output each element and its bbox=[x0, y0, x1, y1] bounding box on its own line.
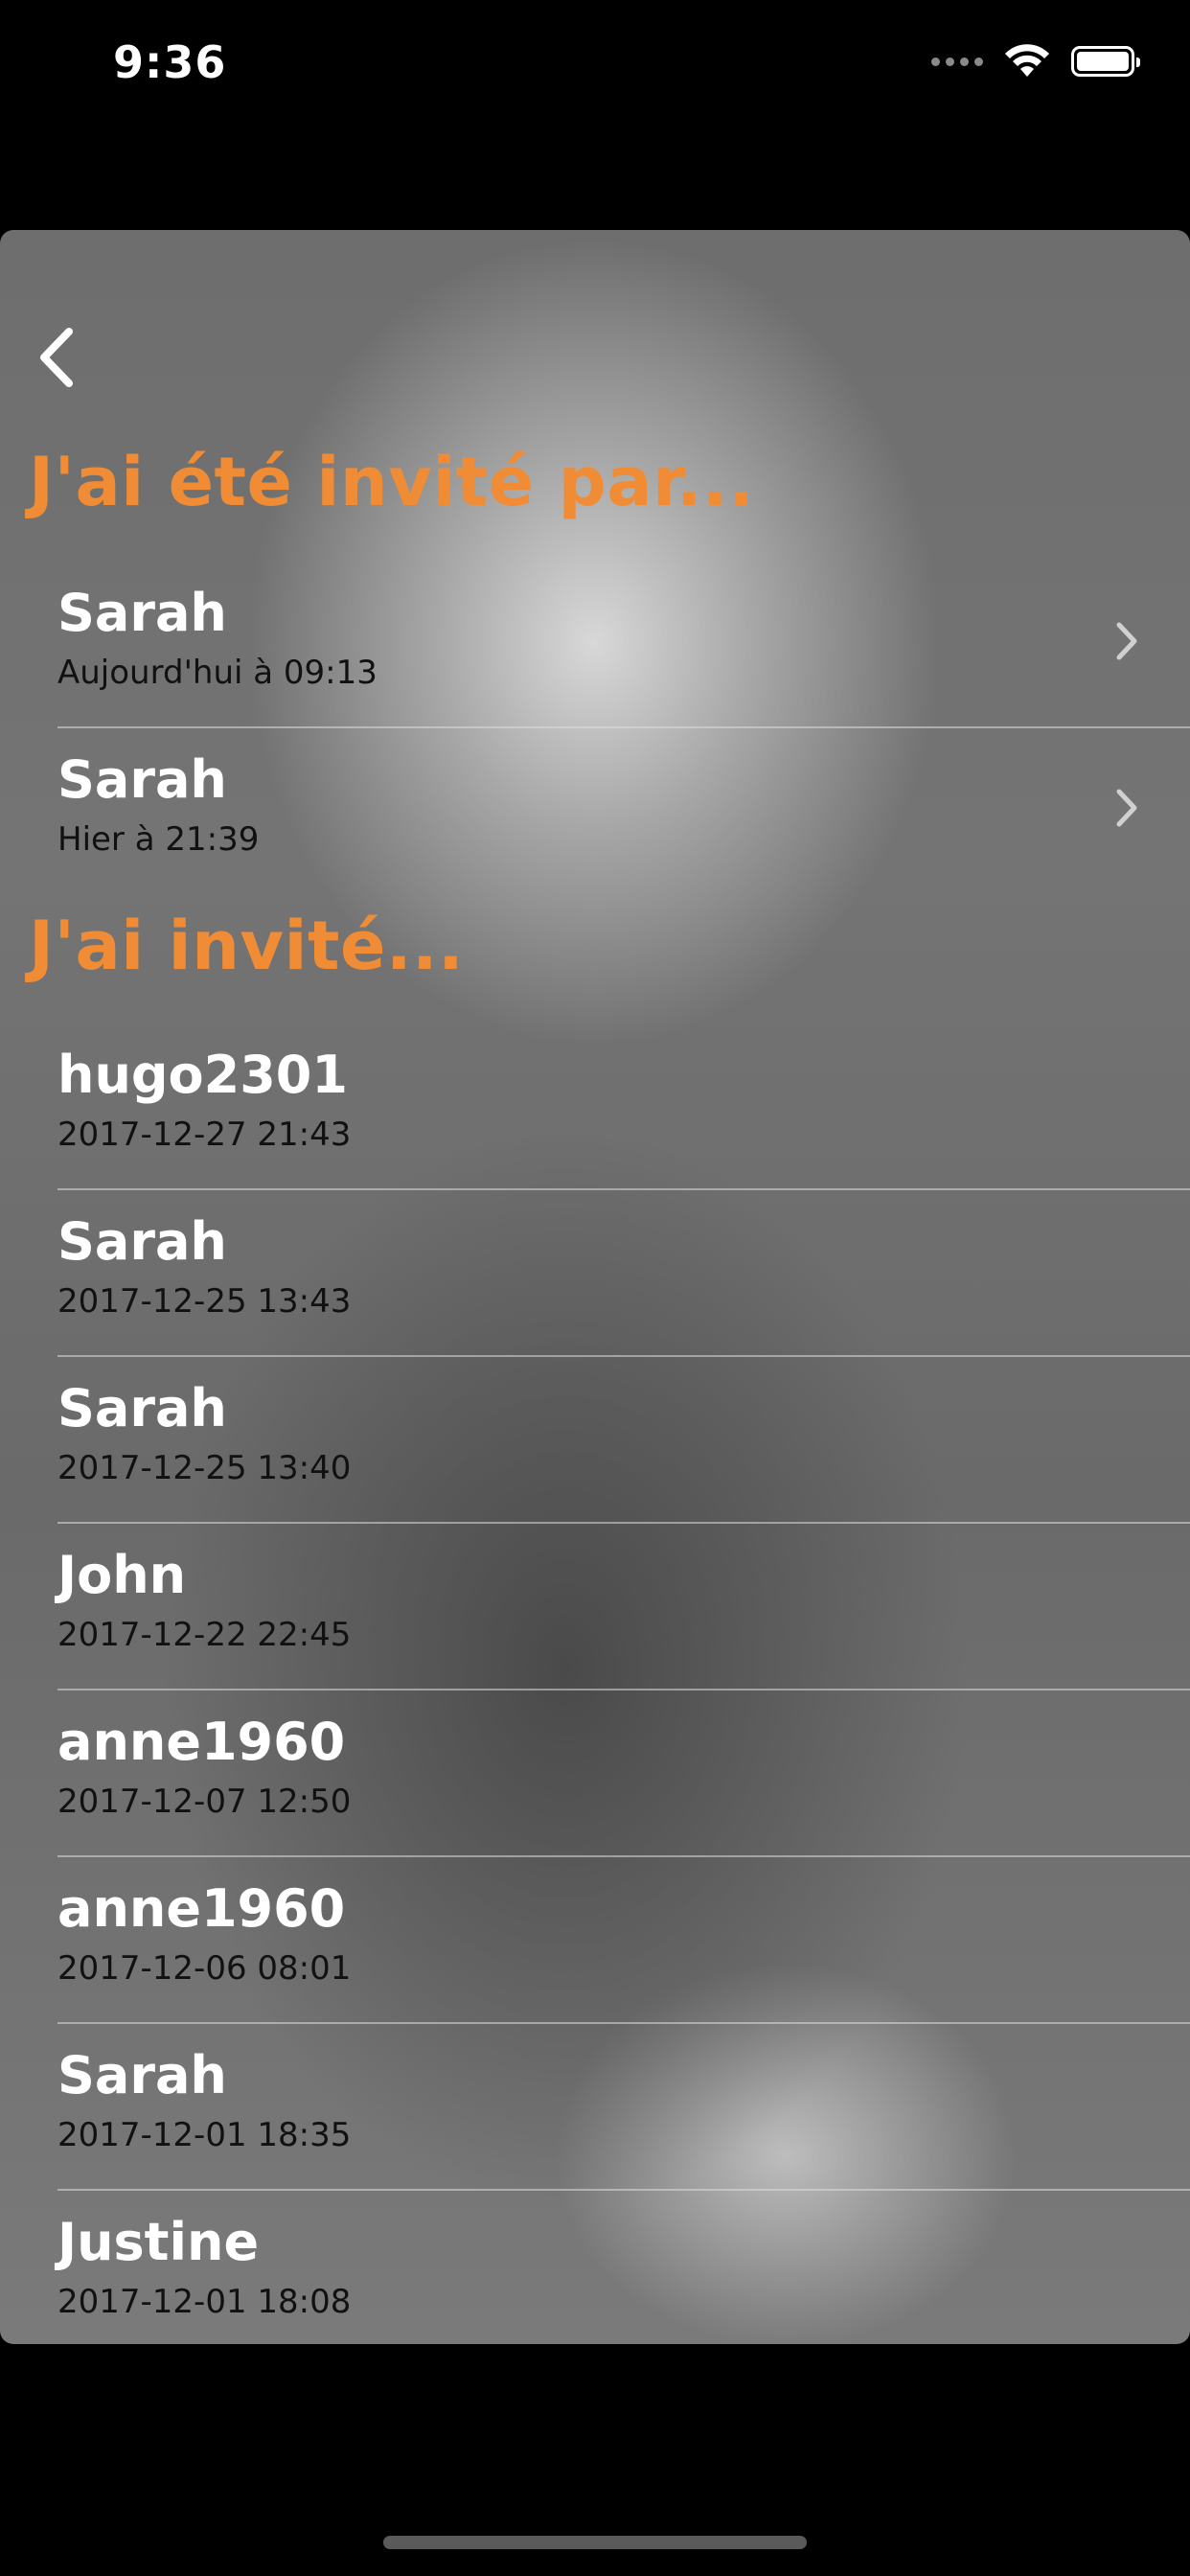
battery-icon bbox=[1071, 46, 1140, 77]
invite-date: 2017-12-22 22:45 bbox=[57, 1616, 352, 1654]
invite-date: 2017-12-01 18:08 bbox=[57, 2283, 352, 2321]
section-title-i-invited: J'ai invité... bbox=[29, 907, 465, 985]
contact-name: anne1960 bbox=[57, 1878, 346, 1939]
invite-date: 2017-12-25 13:40 bbox=[57, 1449, 352, 1487]
invite-date: Hier à 21:39 bbox=[57, 820, 260, 859]
status-bar: 9:36 bbox=[0, 0, 1190, 134]
invite-date: 2017-12-01 18:35 bbox=[57, 2116, 352, 2154]
invite-date: 2017-12-25 13:43 bbox=[57, 1282, 352, 1321]
contact-name: Sarah bbox=[57, 583, 227, 643]
contact-name: Sarah bbox=[57, 1378, 227, 1438]
chevron-left-icon bbox=[40, 328, 73, 387]
wifi-icon bbox=[1005, 44, 1049, 77]
contact-name: anne1960 bbox=[57, 1712, 346, 1772]
section-title-invited-by: J'ai été invité par... bbox=[29, 443, 755, 521]
contact-name: Sarah bbox=[57, 1211, 227, 1272]
list-item[interactable]: Sarah Hier à 21:39 bbox=[0, 728, 1190, 895]
contact-name: hugo2301 bbox=[57, 1045, 348, 1105]
invite-date: 2017-12-06 08:01 bbox=[57, 1949, 352, 1988]
list-item: Justine 2017-12-01 18:08 bbox=[0, 2191, 1190, 2344]
list-item[interactable]: Sarah Aujourd'hui à 09:13 bbox=[0, 562, 1190, 728]
list-item: Sarah 2017-12-01 18:35 bbox=[0, 2024, 1190, 2191]
list-item: Sarah 2017-12-25 13:43 bbox=[0, 1190, 1190, 1357]
chevron-right-icon bbox=[1116, 622, 1137, 660]
contact-name: Sarah bbox=[57, 749, 227, 810]
status-icons bbox=[931, 44, 1140, 79]
contact-name: John bbox=[57, 1545, 187, 1605]
cellular-signal-icon bbox=[931, 57, 983, 66]
home-indicator[interactable] bbox=[383, 2536, 807, 2549]
chevron-right-icon bbox=[1116, 789, 1137, 827]
list-item: John 2017-12-22 22:45 bbox=[0, 1524, 1190, 1690]
invitations-card: J'ai été invité par... Sarah Aujourd'hui… bbox=[0, 230, 1190, 2344]
back-button[interactable] bbox=[29, 314, 86, 401]
list-item: anne1960 2017-12-07 12:50 bbox=[0, 1690, 1190, 1857]
contact-name: Sarah bbox=[57, 2045, 227, 2105]
invite-date: 2017-12-27 21:43 bbox=[57, 1116, 352, 1154]
list-item: anne1960 2017-12-06 08:01 bbox=[0, 1857, 1190, 2024]
invite-date: Aujourd'hui à 09:13 bbox=[57, 654, 378, 692]
contact-name: Justine bbox=[57, 2212, 260, 2272]
list-item: hugo2301 2017-12-27 21:43 bbox=[0, 1024, 1190, 1190]
list-item: Sarah 2017-12-25 13:40 bbox=[0, 1357, 1190, 1524]
status-time: 9:36 bbox=[113, 36, 227, 88]
i-invited-list: hugo2301 2017-12-27 21:43 Sarah 2017-12-… bbox=[0, 1024, 1190, 2344]
invite-date: 2017-12-07 12:50 bbox=[57, 1782, 352, 1821]
invited-by-list: Sarah Aujourd'hui à 09:13 Sarah Hier à 2… bbox=[0, 562, 1190, 895]
